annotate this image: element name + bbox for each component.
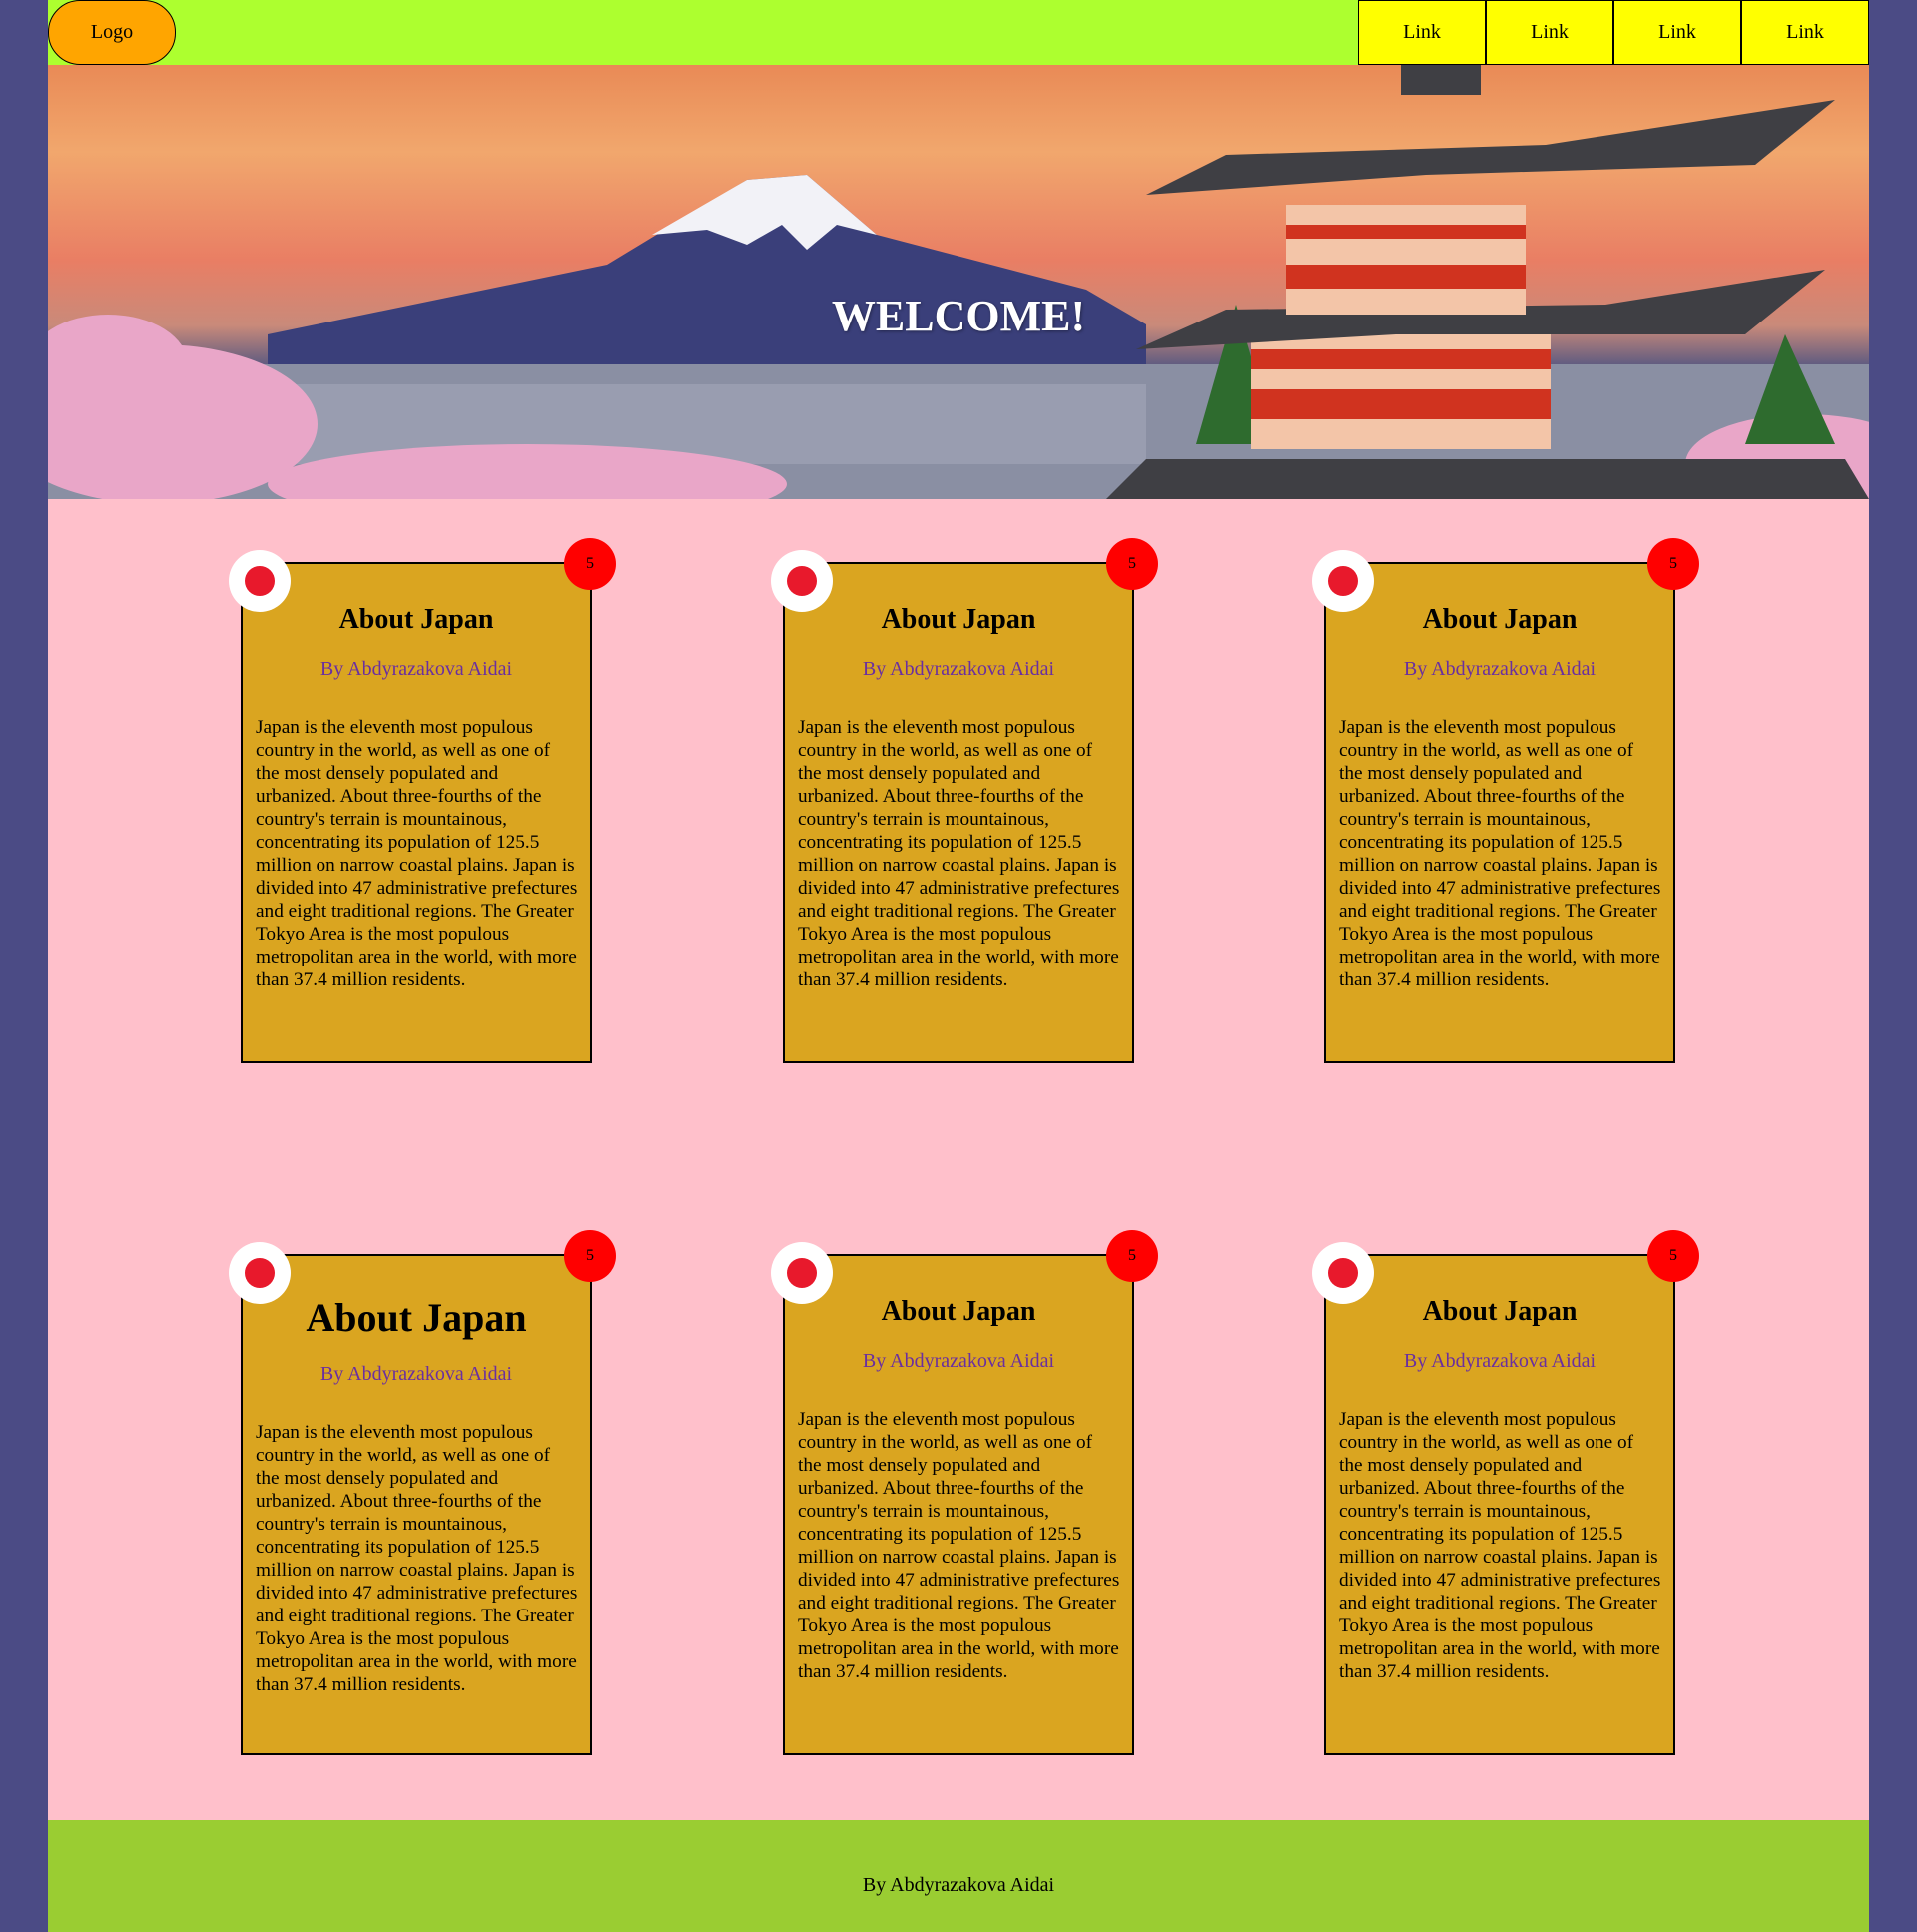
card-author: By Abdyrazakova Aidai [862,1350,1055,1372]
nav-links: Link Link Link Link [1358,0,1869,65]
hero-banner: WELCOME! [48,65,1869,499]
footer-text: By Abdyrazakova Aidai [862,1874,1055,1896]
page: Logo Link Link Link Link WELCOME! 5 Abou… [48,0,1869,1932]
japan-flag-icon [771,1242,833,1304]
nav-link-1[interactable]: Link [1358,0,1486,65]
count-badge: 5 [1647,1230,1699,1282]
nav-link-2[interactable]: Link [1486,0,1613,65]
card-3: 5 About Japan By Abdyrazakova Aidai Japa… [1312,538,1699,1063]
card-author: By Abdyrazakova Aidai [320,1363,513,1385]
footer: By Abdyrazakova Aidai [48,1820,1869,1932]
japan-flag-icon [229,550,291,612]
japan-flag-icon [1312,550,1374,612]
japan-flag-icon [229,1242,291,1304]
nav-link-4[interactable]: Link [1741,0,1869,65]
logo-button[interactable]: Logo [48,0,176,65]
japan-flag-icon [1312,1242,1374,1304]
card-title: About Japan [1422,604,1578,635]
card-6: 5 About Japan By Abdyrazakova Aidai Japa… [1312,1230,1699,1755]
card-title: About Japan [881,1296,1036,1327]
card-5: 5 About Japan By Abdyrazakova Aidai Japa… [771,1230,1158,1755]
card-2: 5 About Japan By Abdyrazakova Aidai Japa… [771,538,1158,1063]
card-text: Japan is the eleventh most populous coun… [798,1409,1120,1682]
card-author: By Abdyrazakova Aidai [1403,658,1597,680]
flag-dot [245,566,275,596]
flag-dot [1328,1258,1358,1288]
flag-dot [1328,566,1358,596]
card-4: 5 About Japan By Abdyrazakova Aidai Japa… [229,1230,616,1755]
flag-dot [787,566,817,596]
card-text: Japan is the eleventh most populous coun… [1339,1409,1661,1682]
count-badge: 5 [1106,1230,1158,1282]
card-text: Japan is the eleventh most populous coun… [1339,717,1661,990]
card-text: Japan is the eleventh most populous coun… [798,717,1120,990]
count-badge: 5 [564,538,616,590]
card-title: About Japan [881,604,1036,635]
count-badge: 5 [1106,538,1158,590]
flag-dot [245,1258,275,1288]
card-text: Japan is the eleventh most populous coun… [256,717,578,990]
card-title: About Japan [1422,1296,1578,1327]
card-author: By Abdyrazakova Aidai [1403,1350,1597,1372]
flag-dot [787,1258,817,1288]
header: Logo Link Link Link Link [48,0,1869,65]
nav-link-3[interactable]: Link [1613,0,1741,65]
hero-image [48,65,1869,499]
count-badge: 5 [1647,538,1699,590]
card-author: By Abdyrazakova Aidai [320,658,513,680]
card-title: About Japan [306,1295,527,1340]
japan-flag-icon [771,550,833,612]
card-title: About Japan [338,604,494,635]
card-author: By Abdyrazakova Aidai [862,658,1055,680]
card-text: Japan is the eleventh most populous coun… [256,1422,578,1695]
card-1: 5 About Japan By Abdyrazakova Aidai Japa… [229,538,616,1063]
count-badge: 5 [564,1230,616,1282]
hero-title: WELCOME! [831,292,1086,340]
